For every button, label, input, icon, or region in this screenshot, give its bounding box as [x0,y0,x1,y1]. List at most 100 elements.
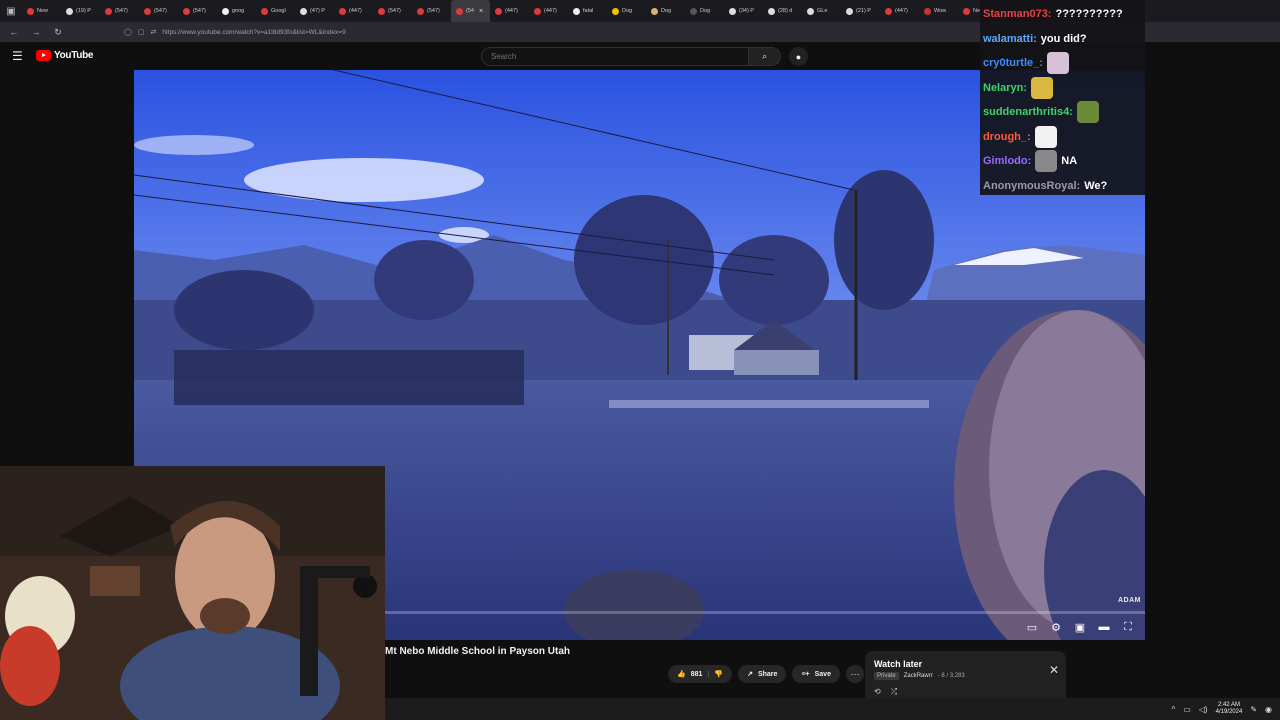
like-count: 881 [690,670,703,678]
browser-tab[interactable]: Dog [685,0,724,22]
settings-gear-icon[interactable]: ⚙ [1049,621,1063,634]
browser-tab[interactable]: (447) [490,0,529,22]
browser-tab[interactable]: (547) [100,0,139,22]
browser-tab[interactable]: (34) P [724,0,763,22]
browser-tab[interactable]: (547) [373,0,412,22]
tab-favicon-icon [144,7,151,15]
thumbs-down-icon[interactable]: 👎 [714,670,723,678]
chat-username[interactable]: AnonymousRoyal: [983,180,1080,192]
display-icon[interactable]: ▭ [1183,705,1191,714]
permissions-icon[interactable]: ⇄ [150,28,156,36]
browser-tab[interactable]: Dog [607,0,646,22]
browser-tab[interactable]: (21) P [841,0,880,22]
tab-label: (447) [349,8,362,14]
loop-icon[interactable]: ⟲ [874,687,881,697]
browser-tab[interactable]: (447) [529,0,568,22]
back-arrow-icon[interactable]: ← [8,27,20,37]
theater-mode-icon[interactable]: ▬ [1097,621,1111,633]
browser-tab[interactable]: (19) P [61,0,100,22]
browser-tab[interactable]: Wow [919,0,958,22]
chat-username[interactable]: Nelaryn: [983,82,1027,94]
tab-label: (21) P [856,8,871,14]
fullscreen-icon[interactable]: ⛶ [1121,621,1135,634]
system-clock[interactable]: 2:42 AM 4/19/2024 [1216,702,1243,716]
browser-tab[interactable]: (447) [334,0,373,22]
browser-tab[interactable]: (28) d [763,0,802,22]
chat-username[interactable]: walamatti: [983,33,1037,45]
shuffle-icon[interactable]: ⤮ [891,687,897,697]
browser-tab[interactable]: (547) [178,0,217,22]
miniplayer-icon[interactable]: ▣ [1073,621,1087,634]
browser-tab[interactable]: (54 × [451,0,490,22]
browser-tab[interactable]: fatal [568,0,607,22]
tab-label: goog [232,8,245,14]
browser-tab[interactable]: GLe [802,0,841,22]
tab-label: (28) d [778,8,793,14]
playlist-title[interactable]: Watch later [874,659,1057,669]
volume-icon[interactable]: ◁) [1199,705,1208,714]
tab-label: (447) [895,8,908,14]
captions-icon[interactable]: ▭ [1025,621,1039,634]
youtube-logo[interactable]: YouTube [36,50,94,61]
tab-close-icon[interactable]: × [479,8,483,15]
copilot-icon[interactable]: ◉ [1265,705,1272,714]
tab-favicon-icon [339,7,346,15]
tab-favicon-icon [651,7,658,15]
browser-tab[interactable]: Dog [646,0,685,22]
chat-message: Nelaryn: [983,76,1142,101]
playlist-meta: Private ZackRawrr - 8 / 3,283 [874,672,1057,680]
chat-username[interactable]: suddenarthritis4: [983,106,1073,118]
chat-text: you did? [1040,32,1087,45]
tab-favicon-icon [612,7,619,15]
chat-emote-icon [1046,52,1069,75]
url-text[interactable]: https://www.youtube.com/watch?v=a1l8d93f… [162,29,345,36]
chevron-up-icon[interactable]: ^ [1171,705,1175,714]
close-icon[interactable]: ✕ [1049,663,1059,677]
search-input[interactable] [481,47,750,66]
browser-tab[interactable]: (547) [139,0,178,22]
browser-tab[interactable]: (547) [412,0,451,22]
chat-username[interactable]: Gimlodo: [983,155,1031,167]
browser-tab[interactable]: Googl [256,0,295,22]
tab-label: (19) P [76,8,91,14]
like-button[interactable]: 👍 881 | 👎 [668,665,733,683]
tab-favicon-icon [846,7,853,15]
tab-favicon-icon [690,7,697,15]
chat-username[interactable]: drough_: [983,131,1031,143]
chat-username[interactable]: Stanman073: [983,8,1051,20]
hamburger-menu-icon[interactable]: ☰ [12,50,23,62]
tab-label: (547) [388,8,401,14]
tab-overview-icon[interactable]: ▣ [0,0,22,22]
tab-label: Dog [700,8,711,14]
chat-message: Stanman073:?????????? [983,2,1142,27]
reload-icon[interactable]: ↻ [52,27,64,38]
tab-favicon-icon [261,7,268,15]
more-dots-icon: ⋯ [850,668,860,679]
tab-favicon-icon [222,7,229,15]
search-button[interactable]: ⌕ [749,47,781,66]
save-icon: ≡+ [801,670,810,678]
browser-tab[interactable]: goog [217,0,256,22]
tab-favicon-icon [573,7,580,15]
playlist-owner[interactable]: ZackRawrr [904,673,933,679]
notification-icon[interactable]: ✎ [1250,705,1257,714]
browser-tab[interactable]: (47) P [295,0,334,22]
url-box[interactable]: ◯ ▢ ⇄ https://www.youtube.com/watch?v=a1… [124,28,346,37]
save-button[interactable]: ≡+ Save [792,665,840,683]
chat-text: NA [1061,155,1078,168]
voice-search-button[interactable]: ● [789,47,808,66]
tab-label: (447) [544,8,557,14]
shield-icon[interactable]: ◯ [124,28,132,36]
search-bar: ⌕ [481,47,781,66]
chat-username[interactable]: cry0turtle_: [983,57,1043,69]
webcam-overlay [0,466,385,720]
tab-label: (54 [466,8,474,14]
tab-label: (547) [154,8,167,14]
browser-tab[interactable]: (447) [880,0,919,22]
share-button[interactable]: ↗ Share [738,665,787,683]
chat-emote-icon [1031,76,1054,99]
forward-arrow-icon[interactable]: → [30,27,42,37]
browser-tab[interactable]: New [22,0,61,22]
stream-chat-overlay: Stanman073:?????????? walamatti: you did? c… [980,0,1145,195]
more-actions-button[interactable]: ⋯ [845,665,864,683]
